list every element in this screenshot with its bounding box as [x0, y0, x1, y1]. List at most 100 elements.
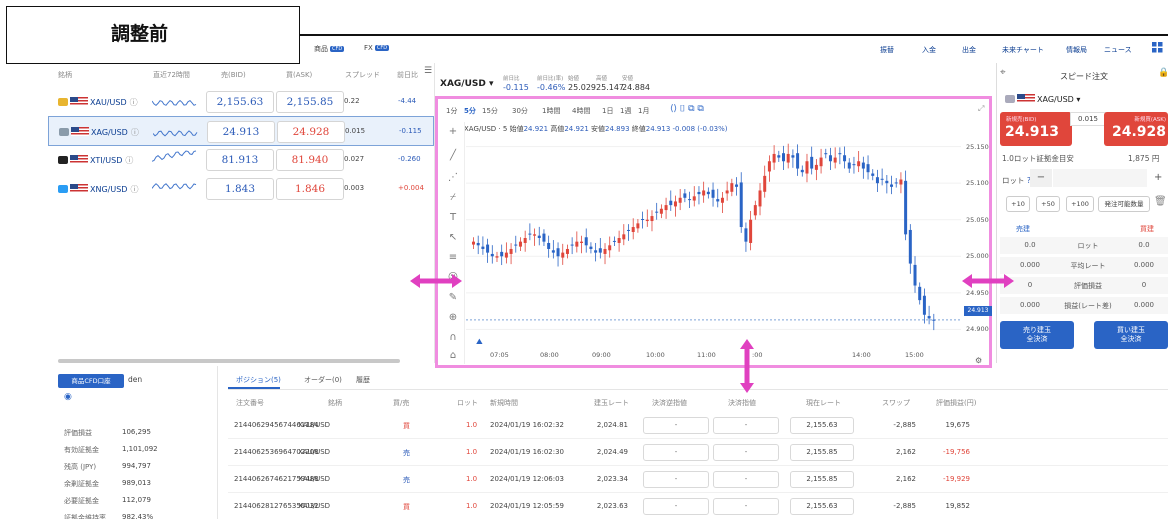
arrow-tool-icon[interactable]: ↖ [446, 232, 460, 243]
positions-tab-2[interactable]: 履歴 [356, 375, 370, 385]
account-value: 106,295 [122, 428, 151, 436]
change-cell: -0.260 [398, 155, 421, 163]
magnet-icon[interactable]: ∩ [446, 332, 460, 343]
timeframe-3[interactable]: 30分 [512, 106, 528, 116]
lot-minus-button[interactable]: − [1030, 169, 1052, 187]
crosshair-icon[interactable]: + [446, 126, 460, 137]
buy-col-label: 買建 [1140, 225, 1154, 233]
pattern-icon[interactable]: ⌿ [446, 192, 460, 203]
eye-icon[interactable]: ◉ [64, 392, 72, 402]
candlestick-chart[interactable] [466, 132, 961, 344]
nav-link-future-chart[interactable]: 未来チャート [1002, 45, 1044, 55]
timeframe-6[interactable]: 1日 [602, 106, 613, 116]
spread-cell: 0.015 [345, 127, 366, 135]
column-settings-icon[interactable]: ☰ [424, 66, 432, 76]
summary-label: 損益(レート差) [1064, 302, 1112, 310]
position-limit-box[interactable]: - [713, 417, 779, 434]
watchlist-row[interactable]: XAG/USD ⓘ 24.913 24.928 0.015 -0.115 [48, 116, 434, 146]
timeframe-2[interactable]: 15分 [482, 106, 498, 116]
fib-icon[interactable]: ⋰ [446, 172, 460, 183]
positions-col-header: 建玉レート [594, 399, 629, 407]
positions-col-header: 決済逆指値 [652, 399, 687, 407]
timeframe-8[interactable]: 1月 [638, 106, 649, 116]
grid-menu-icon[interactable] [1152, 42, 1163, 53]
chart-settings-icon[interactable]: ⚙ [975, 356, 982, 365]
timeframe-4[interactable]: 1時間 [542, 106, 560, 116]
nav-link-news[interactable]: ニュース [1104, 45, 1132, 55]
candle [673, 195, 677, 217]
lot-plus-button[interactable]: + [1154, 172, 1162, 183]
speed-symbol-select[interactable]: XAG/USD ▾ [1005, 94, 1080, 104]
close-sell-all-button[interactable]: 売り建玉 全決済 [1000, 321, 1074, 349]
position-stop-box[interactable]: - [643, 444, 709, 461]
bid-price[interactable]: 2,155.63 [206, 91, 274, 113]
trendline-icon[interactable]: ╱ [446, 150, 460, 161]
buy-button[interactable]: 新規買(ASK) 24.928 [1104, 112, 1168, 146]
position-time: 2024/01/19 16:02:30 [490, 448, 565, 456]
positions-tab-0[interactable]: ポジション(5) [236, 375, 281, 385]
ask-price[interactable]: 1.846 [276, 178, 344, 200]
info-icon[interactable]: ⓘ [131, 128, 139, 137]
info-icon[interactable]: ⓘ [125, 156, 133, 165]
summary-buy: 0.000 [1133, 301, 1155, 309]
bid-price[interactable]: 1.843 [206, 178, 274, 200]
position-current-box[interactable]: 2,155.63 [790, 498, 854, 515]
lot-input[interactable] [1053, 169, 1147, 187]
candle [918, 282, 922, 305]
bid-price[interactable]: 81.913 [206, 149, 274, 171]
add-10-button[interactable]: +10 [1006, 196, 1030, 212]
watchlist-row[interactable]: XTI/USD ⓘ 81.913 81.940 0.027 -0.260 [48, 145, 434, 175]
chart-type-icons[interactable]: ⟨⟩ ⌷ ⧉ ⧉ [670, 104, 704, 114]
pin-icon[interactable]: ⌖ [1000, 67, 1006, 78]
timeframe-1[interactable]: 5分 [464, 106, 476, 116]
timeframe-5[interactable]: 4時間 [572, 106, 590, 116]
measure-icon[interactable]: ≡ [446, 252, 460, 263]
chart-symbol-select[interactable]: XAG/USD ▾ [440, 79, 494, 89]
timeframe-0[interactable]: 1分 [446, 106, 457, 116]
watchlist-scrollbar[interactable] [58, 359, 400, 363]
info-icon[interactable]: ⓘ [130, 98, 138, 107]
candle [725, 181, 729, 201]
lock-icon[interactable]: ⌂ [446, 350, 460, 361]
position-current-box[interactable]: 2,155.85 [790, 471, 854, 488]
positions-col-header: 注文番号 [236, 399, 264, 407]
nav-link-withdraw[interactable]: 出金 [962, 45, 976, 55]
position-stop-box[interactable]: - [643, 417, 709, 434]
ruler-icon[interactable]: ✎ [446, 292, 460, 303]
add-100-button[interactable]: +100 [1066, 196, 1094, 212]
account-tab[interactable]: 商品CFD口座 [58, 374, 124, 388]
stat-value: -0.46% [537, 83, 566, 92]
text-icon[interactable]: T [446, 212, 460, 223]
zoom-icon[interactable]: ⊕ [446, 312, 460, 323]
position-limit-box[interactable]: - [713, 498, 779, 515]
candle [702, 181, 706, 203]
timeframe-7[interactable]: 1週 [620, 106, 631, 116]
max-qty-button[interactable]: 発注可能数量 [1098, 196, 1150, 212]
nav-link-transfer[interactable]: 振替 [880, 45, 894, 55]
ask-price[interactable]: 24.928 [277, 121, 345, 143]
position-stop-box[interactable]: - [643, 498, 709, 515]
tab-commodities[interactable]: 商品 CFD [314, 44, 345, 54]
position-stop-box[interactable]: - [643, 471, 709, 488]
bid-price[interactable]: 24.913 [207, 121, 275, 143]
position-current-box[interactable]: 2,155.85 [790, 444, 854, 461]
nav-link-info[interactable]: 情報局 [1066, 45, 1087, 55]
sell-button[interactable]: 新規売(BID) 24.913 [1000, 112, 1072, 146]
trash-icon[interactable]: 🗑 [1154, 196, 1167, 207]
expand-icon[interactable]: ⤢ [978, 104, 984, 114]
info-icon[interactable]: ⓘ [130, 185, 138, 194]
watchlist-row[interactable]: XNG/USD ⓘ 1.843 1.846 0.003 +0.004 [48, 174, 434, 204]
watchlist-row[interactable]: XAU/USD ⓘ 2,155.63 2,155.85 0.22 -4.44 [48, 87, 434, 117]
position-limit-box[interactable]: - [713, 444, 779, 461]
close-buy-all-button[interactable]: 買い建玉 全決済 [1094, 321, 1168, 349]
position-limit-box[interactable]: - [713, 471, 779, 488]
nav-link-deposit[interactable]: 入金 [922, 45, 936, 55]
ask-price[interactable]: 81.940 [276, 149, 344, 171]
col-header-spread: スプレッド [345, 71, 380, 79]
lock-open-icon[interactable]: 🔒 [1158, 68, 1168, 78]
add-50-button[interactable]: +50 [1036, 196, 1060, 212]
ask-price[interactable]: 2,155.85 [276, 91, 344, 113]
position-current-box[interactable]: 2,155.63 [790, 417, 854, 434]
tab-fx[interactable]: FX CFD [364, 44, 390, 52]
positions-tab-1[interactable]: オーダー(0) [304, 375, 342, 385]
